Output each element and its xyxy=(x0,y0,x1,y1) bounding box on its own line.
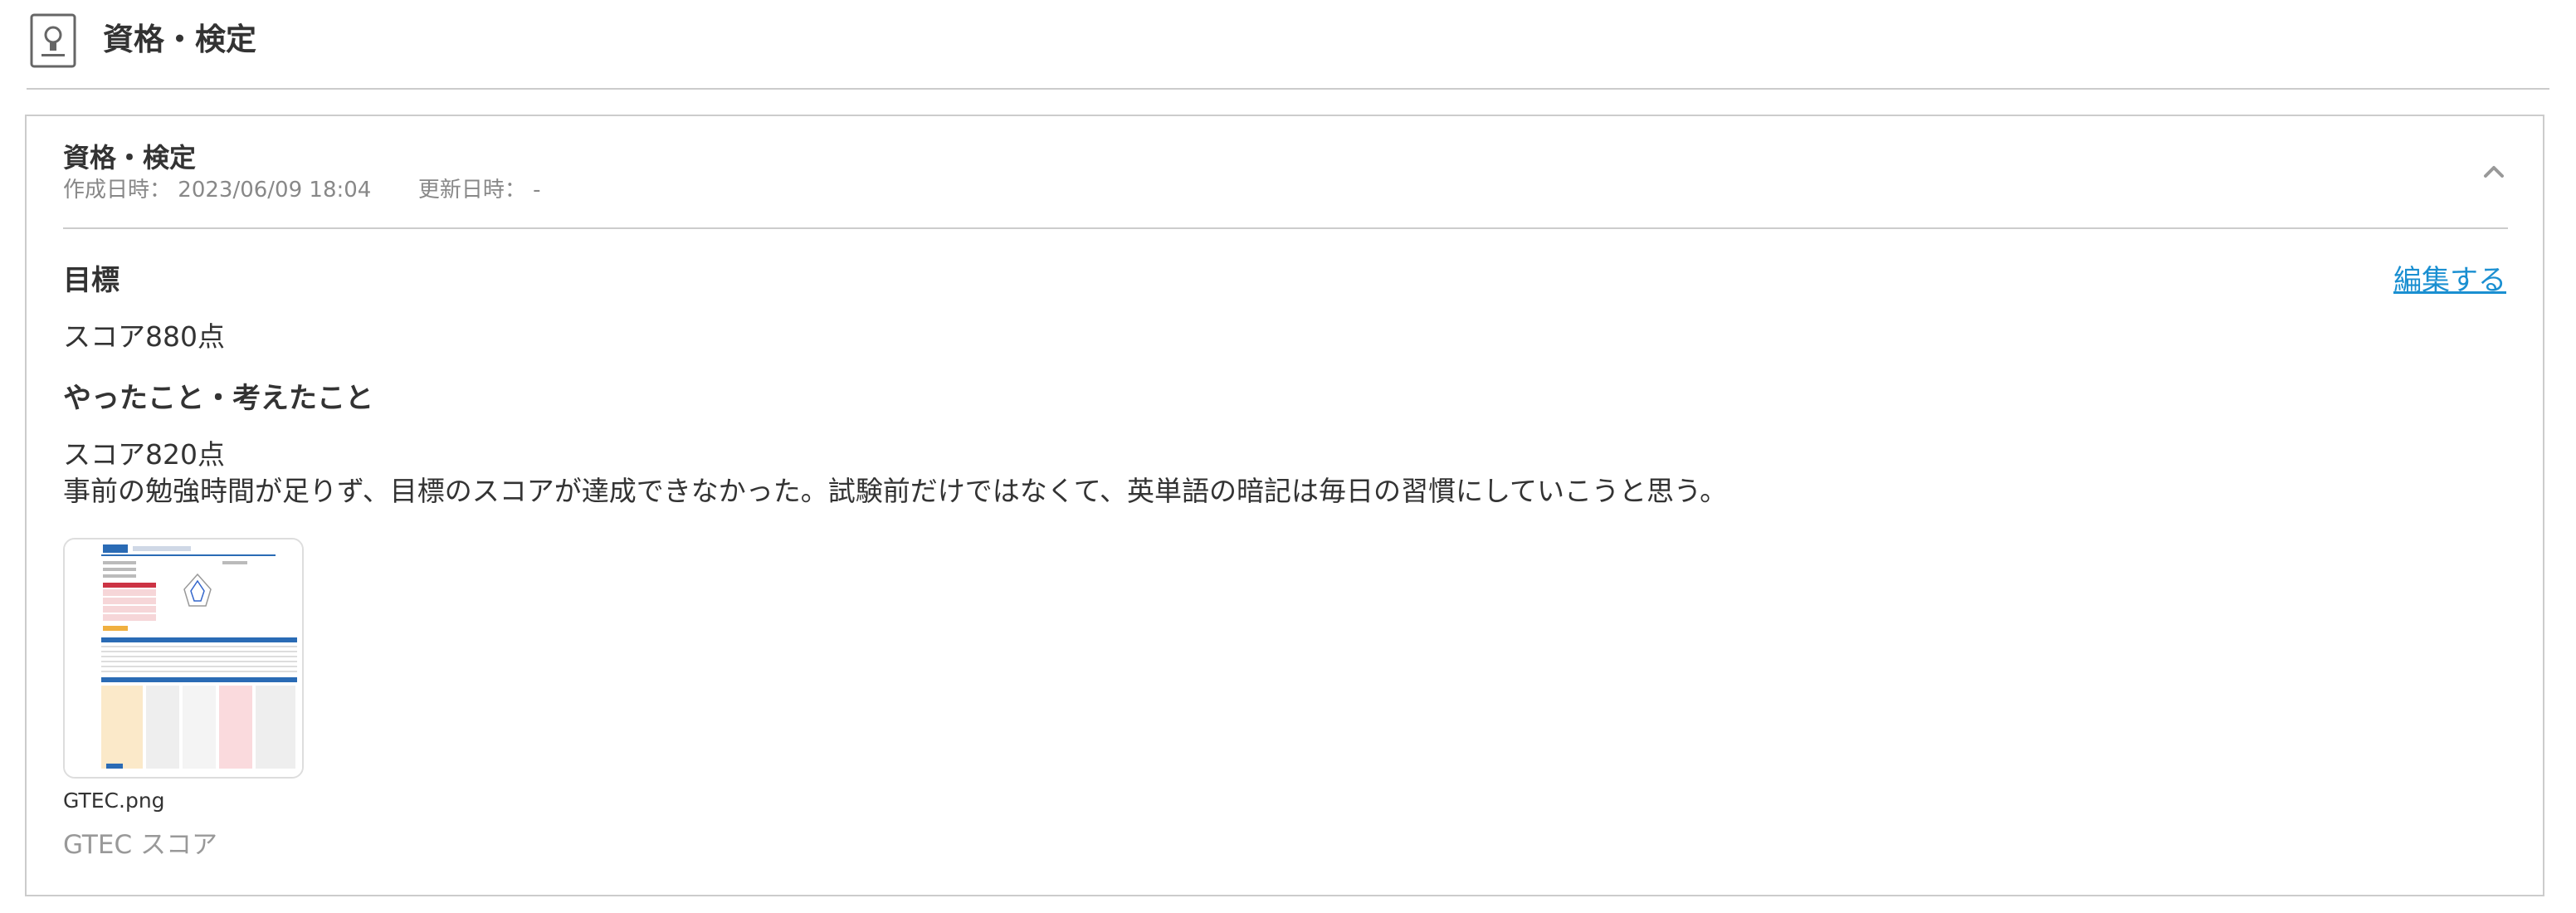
record-title: 資格・検定 xyxy=(63,142,197,173)
record-card-header: 資格・検定 作成日時： 2023/06/09 18:04 更新日時： - xyxy=(63,116,2508,229)
reflection-heading: やったこと・考えたこと xyxy=(63,382,373,415)
goal-heading: 目標 xyxy=(63,264,120,297)
reflection-line: 事前の勉強時間が足りず、目標のスコアが達成できなかった。試験前だけではなくて、英… xyxy=(63,475,1728,507)
attachment-file-name[interactable]: GTEC.png xyxy=(63,787,165,815)
attachment-thumbnail[interactable] xyxy=(63,538,304,779)
chevron-up-icon[interactable] xyxy=(2480,158,2508,186)
page-header: 資格・検定 xyxy=(27,0,2549,90)
updated-label: 更新日時： xyxy=(417,178,526,203)
goal-text: スコア880点 xyxy=(63,320,225,353)
attachment-caption: GTEC スコア xyxy=(63,830,217,860)
page-title: 資格・検定 xyxy=(103,22,256,57)
reflection-line: スコア820点 xyxy=(63,438,225,471)
created-label: 作成日時： xyxy=(63,178,172,203)
updated-value: - xyxy=(533,178,541,203)
record-card: 資格・検定 作成日時： 2023/06/09 18:04 更新日時： - 編集す… xyxy=(25,115,2544,896)
image-thumbnail xyxy=(65,540,302,777)
created-value: 2023/06/09 18:04 xyxy=(178,178,372,203)
edit-link[interactable]: 編集する xyxy=(2393,262,2506,299)
record-meta: 作成日時： 2023/06/09 18:04 更新日時： - xyxy=(63,176,541,204)
certificate-icon xyxy=(30,13,76,68)
